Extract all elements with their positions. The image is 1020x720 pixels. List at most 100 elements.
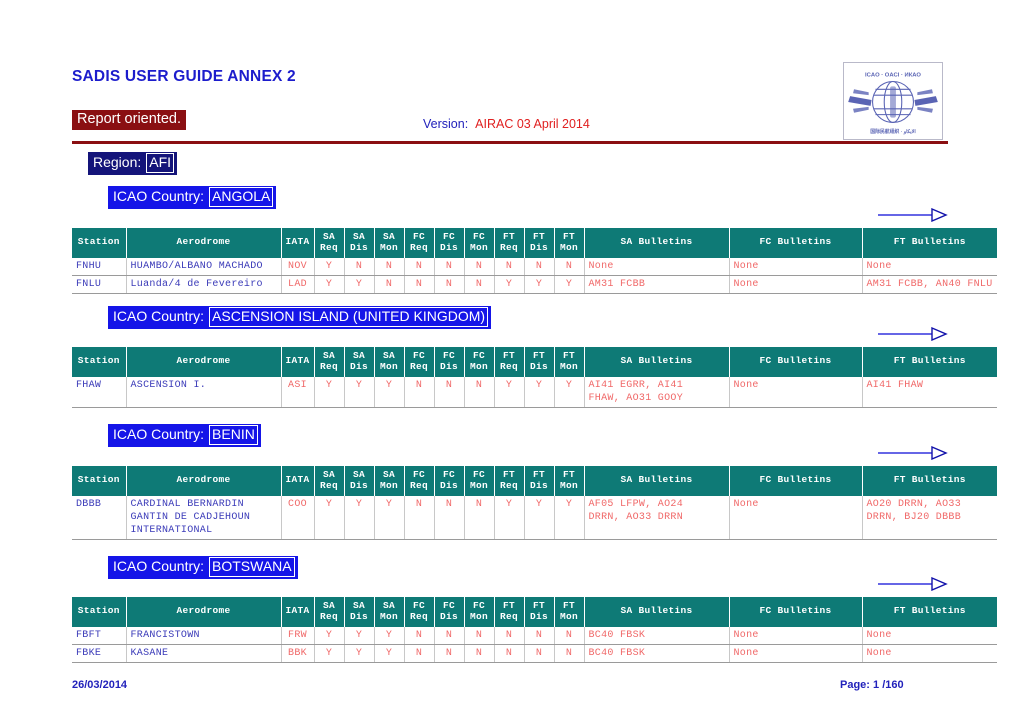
cell-fc-dis: N	[434, 376, 465, 409]
col-ft-bulletins: FT Bulletins	[862, 347, 997, 377]
cell-iata: BBK	[281, 644, 315, 664]
country-banner-benin: ICAO Country: BENIN	[108, 424, 261, 447]
cell-sa-mon: N	[374, 257, 405, 277]
report-mode-badge: Report oriented.	[72, 110, 186, 131]
cell-fc-mon: N	[464, 376, 495, 409]
col-sa-req: SA Req	[314, 228, 345, 258]
col-sa-dis: SA Dis	[344, 597, 375, 627]
region-label: Region:	[93, 154, 142, 170]
col-iata: IATA	[281, 466, 315, 496]
col-ft-bulletins: FT Bulletins	[862, 466, 997, 496]
cell-fc-mon: N	[464, 626, 495, 646]
cell-station: FBFT	[72, 626, 127, 646]
cell-aerodrome: KASANE	[126, 644, 282, 664]
footer-date: 26/03/2014	[72, 679, 128, 691]
col-sa-bulletins: SA Bulletins	[584, 347, 730, 377]
col-fc-req: FC Req	[404, 228, 435, 258]
col-sa-req: SA Req	[314, 597, 345, 627]
table-row: FNHU HUAMBO/ALBANO MACHADO NOV Y N N N N…	[72, 257, 997, 277]
col-sa-bulletins: SA Bulletins	[584, 228, 730, 258]
country-name: ANGOLA	[209, 187, 274, 207]
col-ft-bulletins: FT Bulletins	[862, 597, 997, 627]
country-table-botswana: Station Aerodrome IATA SA Req SA Dis SA Mon…	[72, 597, 997, 664]
col-fc-dis: FC Dis	[434, 597, 465, 627]
col-ft-mon: FT Mon	[554, 597, 585, 627]
col-aerodrome: Aerodrome	[126, 347, 282, 377]
cell-ft-dis: Y	[524, 495, 555, 541]
cell-sa-req: Y	[314, 376, 345, 409]
cell-sa-bulletins: BC40 FBSK	[584, 626, 730, 646]
col-sa-bulletins: SA Bulletins	[584, 597, 730, 627]
col-fc-bulletins: FC Bulletins	[729, 597, 863, 627]
col-ft-dis: FT Dis	[524, 597, 555, 627]
table-row: DBBB CARDINAL BERNARDIN GANTIN DE CADJEH…	[72, 495, 997, 541]
col-sa-req: SA Req	[314, 466, 345, 496]
svg-text:ICAO · OACI · ИКАО: ICAO · OACI · ИКАО	[865, 73, 921, 79]
cell-sa-bulletins: AI41 EGRR, AI41 FHAW, AO31 GOOY	[584, 376, 730, 409]
col-fc-dis: FC Dis	[434, 466, 465, 496]
col-fc-mon: FC Mon	[464, 466, 495, 496]
cell-ft-bulletins: AI41 FHAW	[862, 376, 997, 409]
cell-sa-req: Y	[314, 275, 345, 295]
cell-sa-req: Y	[314, 257, 345, 277]
col-sa-mon: SA Mon	[374, 466, 405, 496]
table-row: FNLU Luanda/4 de Fevereiro LAD Y Y N N N…	[72, 275, 997, 295]
cell-ft-bulletins: AO20 DRRN, AO33 DRRN, BJ20 DBBB	[862, 495, 997, 541]
cell-fc-req: N	[404, 275, 435, 295]
cell-ft-bulletins: None	[862, 626, 997, 646]
col-ft-bulletins: FT Bulletins	[862, 228, 997, 258]
cell-fc-req: N	[404, 644, 435, 664]
col-fc-dis: FC Dis	[434, 228, 465, 258]
cell-ft-bulletins: None	[862, 257, 997, 277]
cell-fc-dis: N	[434, 626, 465, 646]
country-name: BOTSWANA	[209, 557, 295, 577]
col-fc-bulletins: FC Bulletins	[729, 347, 863, 377]
cell-fc-mon: N	[464, 275, 495, 295]
footer-page-number: Page: 1 /160	[840, 679, 904, 691]
cell-fc-req: N	[404, 626, 435, 646]
cell-sa-bulletins: AF05 LFPW, AO24 DRRN, AO33 DRRN	[584, 495, 730, 541]
cell-ft-dis: N	[524, 626, 555, 646]
cell-sa-req: Y	[314, 495, 345, 541]
cell-ft-mon: N	[554, 644, 585, 664]
cell-iata: FRW	[281, 626, 315, 646]
cell-ft-bulletins: None	[862, 644, 997, 664]
col-ft-dis: FT Dis	[524, 347, 555, 377]
col-sa-dis: SA Dis	[344, 228, 375, 258]
col-sa-dis: SA Dis	[344, 347, 375, 377]
cell-iata: ASI	[281, 376, 315, 409]
cell-sa-dis: Y	[344, 275, 375, 295]
table-header-row: Station Aerodrome IATA SA Req SA Dis SA Mon…	[72, 466, 997, 496]
col-sa-bulletins: SA Bulletins	[584, 466, 730, 496]
col-sa-req: SA Req	[314, 347, 345, 377]
section-arrow-4	[878, 577, 948, 591]
cell-sa-mon: Y	[374, 376, 405, 409]
cell-ft-mon: Y	[554, 376, 585, 409]
col-iata: IATA	[281, 228, 315, 258]
country-name: BENIN	[209, 425, 258, 445]
cell-ft-req: Y	[494, 495, 525, 541]
cell-fc-req: N	[404, 376, 435, 409]
cell-sa-mon: Y	[374, 644, 405, 664]
version-value: AIRAC 03 April 2014	[475, 117, 590, 131]
cell-sa-bulletins: None	[584, 257, 730, 277]
cell-sa-dis: N	[344, 257, 375, 277]
col-fc-dis: FC Dis	[434, 347, 465, 377]
cell-sa-bulletins: AM31 FCBB	[584, 275, 730, 295]
cell-sa-dis: Y	[344, 644, 375, 664]
version-label: Version:	[423, 117, 469, 131]
col-ft-mon: FT Mon	[554, 228, 585, 258]
cell-fc-req: N	[404, 495, 435, 541]
cell-iata: LAD	[281, 275, 315, 295]
country-banner-angola: ICAO Country: ANGOLA	[108, 186, 277, 209]
col-ft-dis: FT Dis	[524, 228, 555, 258]
table-header-row: Station Aerodrome IATA SA Req SA Dis SA Mon…	[72, 228, 997, 258]
cell-iata: COO	[281, 495, 315, 541]
cell-fc-dis: N	[434, 495, 465, 541]
region-value: AFI	[146, 153, 175, 173]
col-fc-req: FC Req	[404, 347, 435, 377]
footer-page-label: Page:	[840, 679, 870, 691]
cell-sa-mon: Y	[374, 495, 405, 541]
cell-ft-req: N	[494, 626, 525, 646]
cell-station: FBKE	[72, 644, 127, 664]
